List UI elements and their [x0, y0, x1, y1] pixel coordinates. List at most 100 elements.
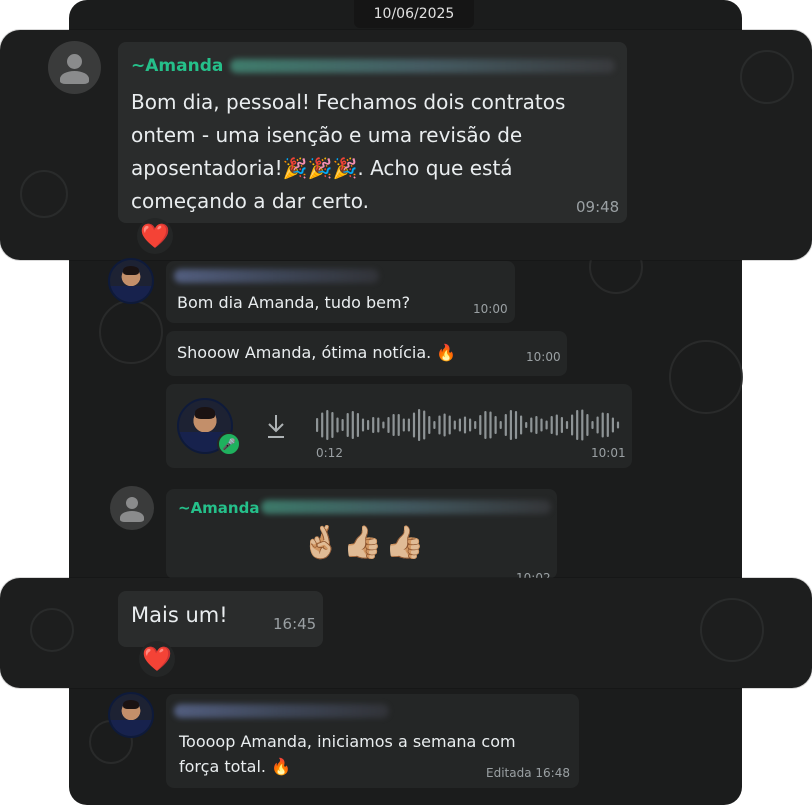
waveform-bar — [448, 415, 451, 435]
background-doodle — [700, 598, 764, 662]
waveform-bar — [576, 410, 579, 440]
message-bubble[interactable]: Shooow Amanda, ótima notícia. 🔥 10:00 — [166, 331, 567, 376]
message-line: aposentadoria!🎉🎉🎉. Acho que está — [131, 156, 513, 180]
background-doodle — [669, 340, 743, 414]
sender-name[interactable]: ~Amanda — [178, 499, 259, 517]
message-bubble[interactable]: Bom dia Amanda, tudo bem? 10:00 — [166, 261, 515, 323]
avatar[interactable] — [48, 41, 101, 94]
download-button[interactable] — [254, 404, 298, 448]
message-line: Bom dia, pessoal! Fechamos dois contrato… — [131, 90, 566, 114]
avatar-hair — [122, 265, 140, 276]
avatar-body — [60, 71, 89, 84]
waveform-bar — [351, 411, 354, 439]
waveform-bar — [356, 413, 359, 437]
heart-reaction[interactable]: ❤️ — [139, 641, 175, 677]
waveform-bar — [545, 420, 548, 430]
waveform-bar — [550, 416, 553, 434]
message-time: Editada 16:48 — [486, 766, 570, 780]
avatar-shirt — [110, 720, 152, 736]
avatar-shirt — [110, 286, 152, 302]
waveform-bar — [407, 418, 410, 432]
waveform-bar — [525, 422, 528, 428]
waveform-bar — [601, 412, 604, 438]
waveform-bar — [504, 414, 507, 436]
avatar-head — [67, 54, 82, 69]
waveform-bar — [326, 410, 329, 440]
message-bubble[interactable]: ~Amanda 🤞🏼👍🏼👍🏼 10:02 — [166, 489, 557, 585]
heart-icon: ❤️ — [142, 645, 172, 673]
waveform-bar — [382, 421, 385, 429]
waveform-bar — [367, 420, 370, 430]
waveform-bar — [555, 414, 558, 436]
avatar[interactable] — [108, 258, 154, 304]
waveform-bar — [321, 412, 324, 438]
heart-reaction[interactable]: ❤️ — [137, 218, 173, 254]
blurred-contact — [174, 704, 389, 718]
waveform-bar — [616, 421, 620, 429]
waveform-bar — [479, 415, 482, 435]
waveform-bar — [469, 418, 472, 432]
message-text: Mais um! — [131, 603, 228, 627]
avatar[interactable] — [108, 692, 154, 738]
waveform-bar — [581, 409, 584, 441]
waveform-bar — [489, 411, 492, 439]
message-bubble[interactable]: Mais um! 16:45 — [118, 591, 323, 647]
waveform-bar — [402, 418, 405, 432]
waveform-bar — [387, 417, 390, 433]
waveform-bar — [596, 416, 599, 434]
download-icon — [268, 415, 284, 438]
mic-icon: 🎤 — [217, 432, 241, 456]
waveform-bar — [514, 411, 518, 439]
voice-message-bubble[interactable]: 🎤 0:12 10:01 — [166, 384, 632, 468]
avatar[interactable] — [110, 486, 154, 530]
background-doodle — [99, 300, 163, 364]
waveform-bar — [520, 415, 523, 435]
emoji-message: 🤞🏼👍🏼👍🏼 — [301, 523, 427, 561]
waveform-bar — [341, 419, 344, 431]
message-line: começando a dar certo. — [131, 189, 369, 213]
message-line: força total. 🔥 — [179, 757, 292, 776]
message-line: ontem - uma isenção e uma revisão de — [131, 123, 523, 147]
waveform-bar — [453, 420, 456, 430]
voice-elapsed: 0:12 — [316, 446, 343, 460]
waveform-bar — [428, 416, 431, 434]
message-time: 10:00 — [473, 302, 508, 316]
waveform-bar — [443, 413, 446, 437]
waveform-bar — [540, 418, 543, 432]
waveform-bar — [423, 410, 426, 440]
waveform-bar — [484, 411, 487, 439]
avatar-head — [126, 497, 138, 509]
waveform-bar — [499, 421, 502, 429]
background-doodle — [740, 50, 794, 104]
message-bubble[interactable]: Toooop Amanda, iniciamos a semana com fo… — [166, 694, 579, 788]
waveform-bar — [463, 416, 467, 434]
message-text: Bom dia, pessoal! Fechamos dois contrato… — [131, 86, 621, 218]
waveform-bar — [331, 412, 334, 438]
sender-name[interactable]: ~Amanda — [131, 56, 223, 76]
avatar-body — [120, 511, 144, 522]
waveform-bar — [316, 418, 319, 432]
waveform-bar — [336, 417, 339, 433]
blurred-contact — [261, 500, 551, 514]
message-time: 10:01 — [591, 446, 626, 460]
waveform-bar — [535, 416, 538, 434]
waveform-bar — [346, 413, 349, 437]
waveform-bar — [560, 417, 563, 433]
blurred-contact — [230, 59, 615, 73]
message-time: 09:48 — [576, 198, 620, 216]
waveform-bar — [474, 421, 477, 429]
waveform-bar — [433, 421, 436, 429]
message-time: 16:45 — [273, 615, 317, 633]
voice-waveform[interactable] — [316, 406, 621, 444]
avatar-hair — [194, 407, 216, 419]
waveform-bar — [571, 414, 574, 436]
date-chip: 10/06/2025 — [354, 0, 474, 28]
message-bubble[interactable]: ~Amanda Bom dia, pessoal! Fechamos dois … — [118, 42, 627, 223]
message-text: Toooop Amanda, iniciamos a semana com fo… — [179, 729, 516, 779]
waveform-bar — [412, 412, 416, 438]
waveform-bar — [438, 415, 441, 435]
message-line: Toooop Amanda, iniciamos a semana com — [179, 732, 516, 751]
waveform-bar — [509, 410, 512, 440]
waveform-bar — [418, 409, 421, 441]
message-text: Shooow Amanda, ótima notícia. 🔥 — [177, 343, 457, 362]
